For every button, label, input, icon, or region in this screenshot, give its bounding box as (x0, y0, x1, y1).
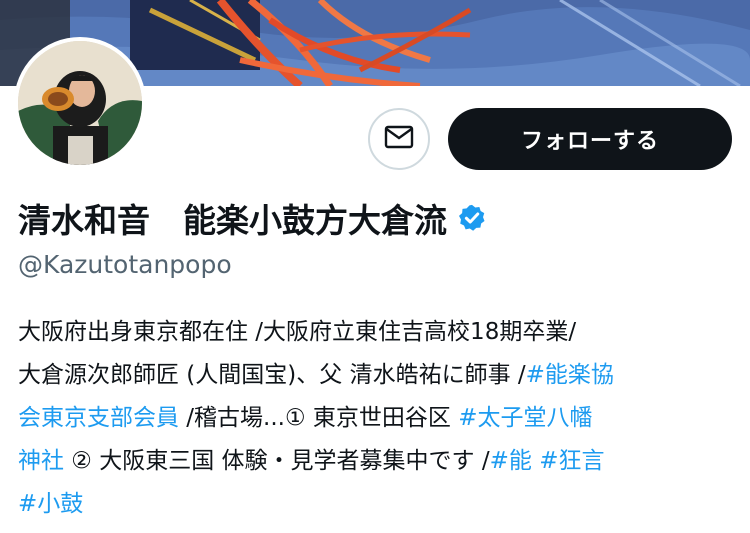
follow-button[interactable]: フォローする (448, 108, 732, 170)
hashtag-link[interactable]: 神社 (18, 448, 64, 474)
bio-text: ② 大阪東三国 体験・見学者募集中です / (64, 448, 490, 474)
profile-bio: 大阪府出身東京都在住 /大阪府立東住吉高校18期卒業/ 大倉源次郎師匠 (人間国… (18, 311, 734, 526)
hashtag-link[interactable]: 会東京支部会員 (18, 405, 179, 431)
avatar-image (18, 41, 142, 165)
hashtag-link[interactable]: #太子堂八幡 (458, 405, 592, 431)
bio-line: 会東京支部会員 /稽古場...① 東京世田谷区 #太子堂八幡 (18, 397, 734, 440)
envelope-icon (384, 125, 414, 153)
message-button[interactable] (368, 108, 430, 170)
hashtag-link[interactable]: #能 (490, 448, 532, 474)
bio-line: 神社 ② 大阪東三国 体験・見学者募集中です /#能 #狂言 (18, 440, 734, 483)
hashtag-link[interactable]: #能楽協 (526, 362, 614, 388)
bio-line: 大倉源次郎師匠 (人間国宝)、父 清水皓祐に師事 /#能楽協 (18, 354, 734, 397)
avatar[interactable] (14, 37, 146, 169)
bio-text: /稽古場...① 東京世田谷区 (179, 405, 459, 431)
hashtag-link[interactable]: #狂言 (539, 448, 604, 474)
bio-text: 大阪府出身東京都在住 /大阪府立東住吉高校18期卒業/ (18, 319, 577, 345)
display-name: 清水和音 能楽小鼓方大倉流 (18, 201, 447, 240)
bio-line: #小鼓 (18, 483, 734, 526)
bio-line: 大阪府出身東京都在住 /大阪府立東住吉高校18期卒業/ (18, 311, 734, 354)
verified-badge-icon[interactable] (457, 203, 487, 233)
bio-text: 大倉源次郎師匠 (人間国宝)、父 清水皓祐に師事 / (18, 362, 526, 388)
display-name-row: 清水和音 能楽小鼓方大倉流 (18, 192, 487, 244)
hashtag-link[interactable]: #小鼓 (18, 491, 83, 517)
profile-handle: @Kazutotanpopo (18, 250, 232, 279)
